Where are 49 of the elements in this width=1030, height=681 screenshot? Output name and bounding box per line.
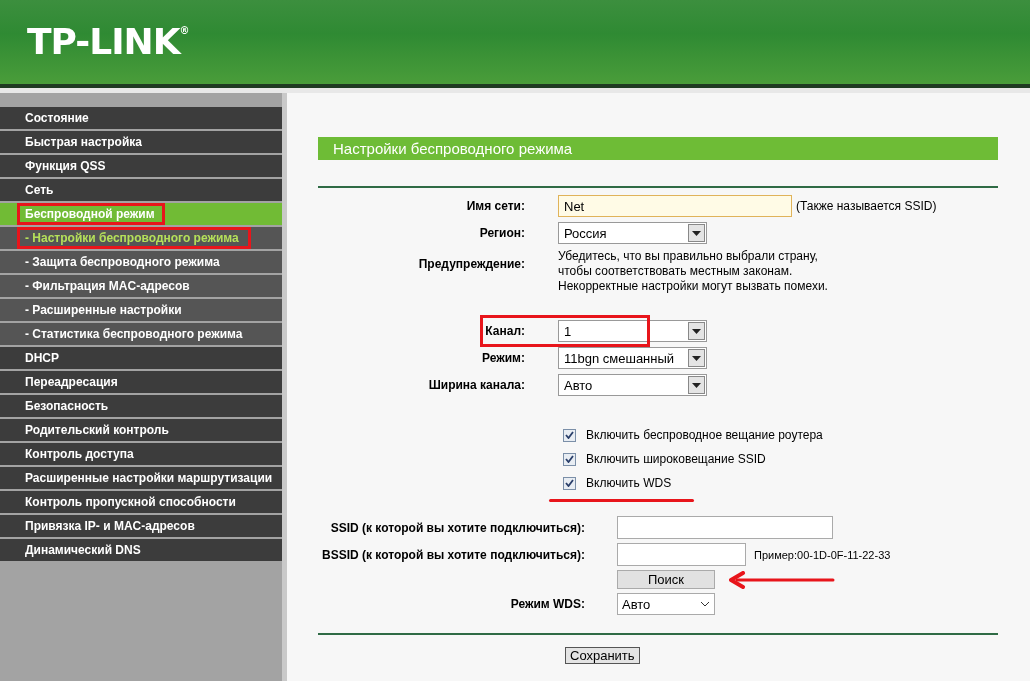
sidebar-item[interactable]: Сеть [0, 179, 282, 201]
sidebar-item[interactable]: - Статистика беспроводного режима [0, 323, 282, 345]
sidebar-item[interactable]: Привязка IP- и MAC-адресов [0, 515, 282, 537]
sidebar-item[interactable]: Функция QSS [0, 155, 282, 177]
dropdown[interactable]: 11bgn смешанный [558, 347, 707, 369]
sidebar-item[interactable]: Состояние [0, 107, 282, 129]
field-label: BSSID (к которой вы хотите подключиться): [321, 547, 585, 562]
checkbox[interactable] [563, 428, 576, 442]
field-label: Ширина канала: [427, 378, 525, 392]
section-title: Настройки беспроводного режима [318, 137, 998, 160]
field-hint: (Также называется SSID) [796, 199, 937, 213]
sidebar-item[interactable]: Динамический DNS [0, 539, 282, 561]
checkbox-label: Включить широковещание SSID [586, 452, 766, 466]
chevron-down-icon [700, 601, 710, 607]
save-button[interactable]: Сохранить [565, 647, 640, 664]
sidebar-item[interactable]: Контроль доступа [0, 443, 282, 465]
bssid-field[interactable] [617, 543, 746, 566]
sidebar-item[interactable]: Быстрая настройка [0, 131, 282, 153]
sidebar-item[interactable]: Безопасность [0, 395, 282, 417]
field-label: Канал: [484, 324, 525, 338]
sidebar-item[interactable]: Контроль пропускной способности [0, 491, 282, 513]
checkbox[interactable] [563, 452, 576, 466]
sidebar-item[interactable]: - Фильтрация MAC-адресов [0, 275, 282, 297]
warning-text: Убедитесь, что вы правильно выбрали страну, чтобы соответствовать местным законам. Некорректные настройки могут вызвать помехи. [558, 249, 828, 294]
field-label: SSID (к которой вы хотите подключиться): [329, 520, 585, 535]
dropdown[interactable]: Россия [558, 222, 707, 244]
field-label: Предупреждение: [417, 256, 525, 271]
checkbox-label: Включить WDS [586, 476, 672, 490]
sidebar-item[interactable]: Переадресация [0, 371, 282, 393]
sidebar-item[interactable]: Родительский контроль [0, 419, 282, 441]
sidebar-item[interactable]: - Настройки беспроводного режима [0, 227, 282, 249]
brand-logo: TP-LINK$^{®}$ [27, 21, 189, 62]
sidebar-item[interactable]: - Расширенные настройки [0, 299, 282, 321]
dropdown[interactable]: Авто [617, 593, 715, 615]
field-hint: Пример:00-1D-0F-11-22-33 [754, 548, 891, 561]
search-button[interactable]: Поиск [617, 570, 715, 589]
field-label: Режим: [481, 351, 525, 365]
ssid-field[interactable] [617, 516, 833, 539]
sidebar-item[interactable]: - Защита беспроводного режима [0, 251, 282, 273]
field-label: Имя сети: [465, 199, 525, 213]
sidebar-item[interactable]: DHCP [0, 347, 282, 369]
field-label: Регион: [478, 226, 525, 240]
dropdown[interactable]: 1 [558, 320, 707, 342]
checkbox[interactable] [563, 476, 576, 490]
network-name-field[interactable]: Net [558, 195, 792, 217]
sidebar-item[interactable]: Расширенные настройки маршрутизации [0, 467, 282, 489]
checkbox-label: Включить беспроводное вещание роутера [586, 428, 823, 442]
field-label: Режим WDS: [509, 597, 585, 611]
dropdown[interactable]: Авто [558, 374, 707, 396]
